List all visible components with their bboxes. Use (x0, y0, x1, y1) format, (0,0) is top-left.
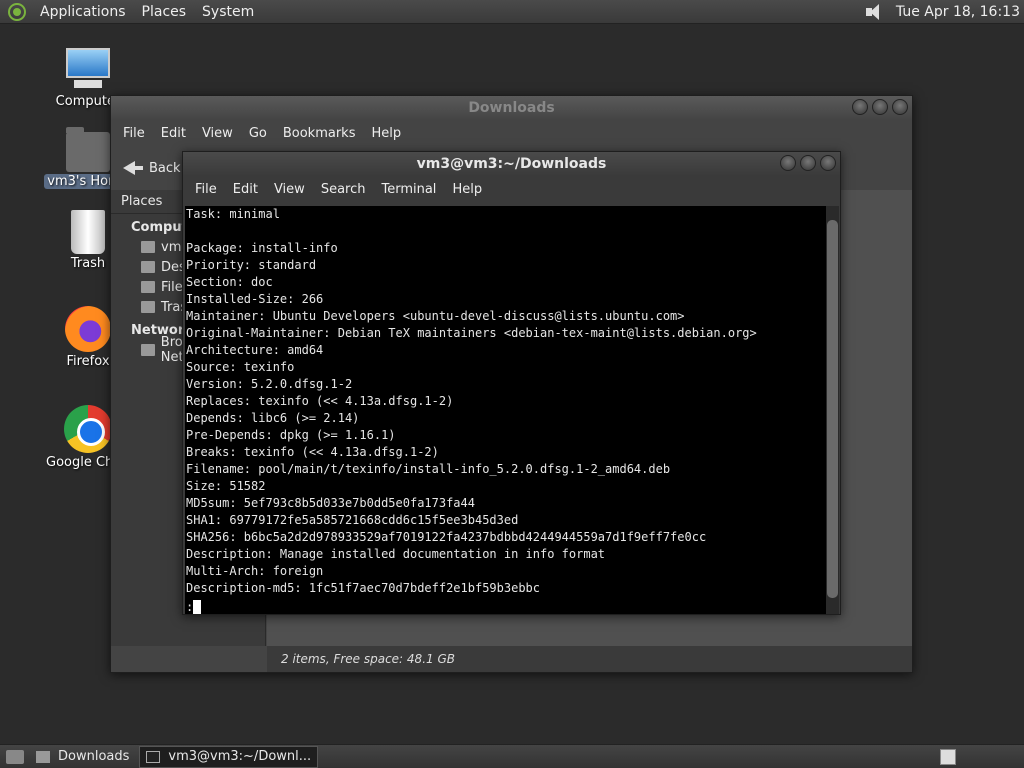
clock[interactable]: Tue Apr 18, 16:13 (896, 4, 1020, 20)
back-arrow-icon[interactable] (121, 157, 143, 179)
menu-help[interactable]: Help (444, 182, 490, 197)
menu-go[interactable]: Go (241, 126, 275, 141)
terminal-line: Version: 5.2.0.dfsg.1-2 (186, 377, 353, 391)
taskbar-item-label: Downloads (58, 749, 130, 764)
terminal-line: Description: Manage installed documentat… (186, 547, 606, 561)
taskbar-item-terminal[interactable]: vm3@vm3:~/Downl... (139, 745, 319, 768)
desktop-icon-label: Trash (70, 256, 106, 271)
taskbar-item-label: vm3@vm3:~/Downl... (168, 749, 312, 764)
computer-icon (64, 46, 112, 92)
show-desktop-icon[interactable] (6, 749, 24, 764)
window-title: vm3@vm3:~/Downloads (416, 156, 607, 172)
home-folder-icon (66, 127, 110, 172)
minimize-button[interactable] (852, 99, 868, 115)
menu-view[interactable]: View (266, 182, 313, 197)
terminal-line: Architecture: amd64 (186, 343, 324, 357)
bottom-panel: Downloads vm3@vm3:~/Downl... (0, 744, 1024, 768)
taskbar-item-downloads[interactable]: Downloads (30, 746, 135, 768)
terminal-line: Description-md5: 1fc51f7aec70d7bdeff2e1b… (186, 581, 541, 595)
close-button[interactable] (892, 99, 908, 115)
close-button[interactable] (820, 155, 836, 171)
desktop-icon-label: Firefox (66, 354, 110, 369)
maximize-button[interactable] (872, 99, 888, 115)
home-icon (141, 241, 155, 253)
terminal-prompt-line: : (186, 599, 827, 614)
terminal-line: Original-Maintainer: Debian TeX maintain… (186, 326, 757, 340)
terminal-line: Task: minimal (186, 207, 280, 221)
menu-help[interactable]: Help (363, 126, 409, 141)
menu-view[interactable]: View (194, 126, 241, 141)
terminal-output[interactable]: Task: minimal Package: install-info Priori… (185, 206, 827, 614)
menu-applications[interactable]: Applications (32, 4, 134, 20)
terminal-line: Filename: pool/main/t/texinfo/install-in… (186, 462, 671, 476)
terminal-line: Multi-Arch: foreign (186, 564, 324, 578)
terminal-line: Source: texinfo (186, 360, 295, 374)
terminal-line: Installed-Size: 266 (186, 292, 324, 306)
desktop-icon (141, 261, 155, 273)
firefox-icon (65, 306, 111, 352)
terminal-cursor (193, 600, 202, 614)
window-title: Downloads (468, 100, 555, 116)
terminal-line: Section: doc (186, 275, 273, 289)
terminal-line: Replaces: texinfo (<< 4.13a.dfsg.1-2) (186, 394, 454, 408)
back-button[interactable]: Back (149, 161, 181, 176)
terminal-line: Maintainer: Ubuntu Developers <ubuntu-de… (186, 309, 685, 323)
terminal-window: vm3@vm3:~/Downloads File Edit View Searc… (182, 151, 841, 615)
volume-icon[interactable] (864, 2, 886, 22)
network-icon (141, 344, 155, 356)
menu-file[interactable]: File (115, 126, 153, 141)
menu-search[interactable]: Search (313, 182, 374, 197)
chrome-icon (64, 405, 112, 453)
menu-edit[interactable]: Edit (153, 126, 194, 141)
trash-icon (71, 210, 105, 254)
menu-file[interactable]: File (187, 182, 225, 197)
terminal-line: SHA1: 69779172fe5a585721668cdd6c15f5ee3b… (186, 513, 519, 527)
terminal-line: Depends: libc6 (>= 2.14) (186, 411, 360, 425)
terminal-line: Size: 51582 (186, 479, 266, 493)
terminal-line: SHA256: b6bc5a2d2d978933529af7019122fa42… (186, 530, 707, 544)
menu-system[interactable]: System (194, 4, 262, 20)
terminal-line: Priority: standard (186, 258, 317, 272)
folder-icon (36, 750, 50, 763)
terminal-line: Package: install-info (186, 241, 338, 255)
distro-logo-icon[interactable] (8, 2, 26, 21)
terminal-prompt: : (186, 600, 194, 614)
terminal-menubar: File Edit View Search Terminal Help (183, 176, 840, 202)
maximize-button[interactable] (800, 155, 816, 171)
drive-icon (141, 281, 155, 293)
workspace-switcher[interactable] (940, 749, 956, 765)
menu-terminal[interactable]: Terminal (373, 182, 444, 197)
file-manager-titlebar[interactable]: Downloads (111, 96, 912, 120)
terminal-icon (146, 750, 161, 763)
menu-bookmarks[interactable]: Bookmarks (275, 126, 364, 141)
menu-places[interactable]: Places (134, 4, 195, 20)
terminal-scrollbar[interactable] (826, 206, 839, 614)
terminal-line: MD5sum: 5ef793c8b5d033e7b0dd5e0fa173fa44 (186, 496, 475, 510)
trash-icon (141, 301, 155, 313)
terminal-line: Breaks: texinfo (<< 4.13a.dfsg.1-2) (186, 445, 439, 459)
status-bar: 2 items, Free space: 48.1 GB (267, 646, 912, 672)
terminal-line: Pre-Depends: dpkg (>= 1.16.1) (186, 428, 396, 442)
file-manager-menubar: File Edit View Go Bookmarks Help (111, 120, 912, 146)
menu-edit[interactable]: Edit (225, 182, 266, 197)
minimize-button[interactable] (780, 155, 796, 171)
terminal-titlebar[interactable]: vm3@vm3:~/Downloads (183, 152, 840, 176)
scrollbar-thumb[interactable] (827, 220, 838, 598)
top-panel: Applications Places System Tue Apr 18, 1… (0, 0, 1024, 24)
